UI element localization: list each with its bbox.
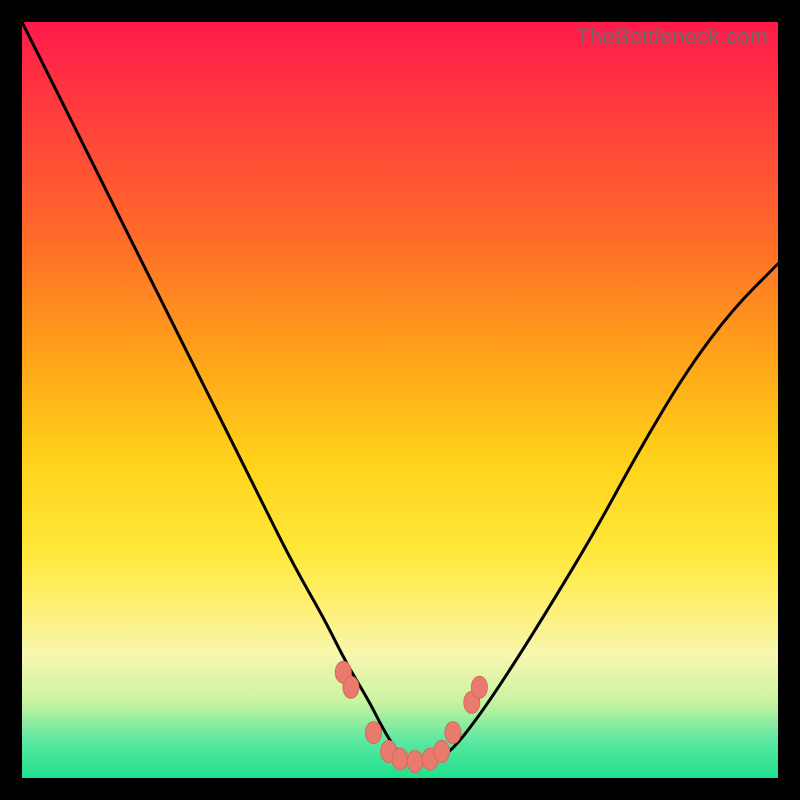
chart-svg <box>22 22 778 778</box>
curve-marker <box>343 676 359 698</box>
curve-markers <box>335 661 487 772</box>
curve-marker <box>366 722 382 744</box>
curve-marker <box>445 722 461 744</box>
curve-marker <box>471 676 487 698</box>
curve-marker <box>434 741 450 763</box>
curve-marker <box>407 750 423 772</box>
curve-marker <box>392 748 408 770</box>
chart-frame: TheBottleneck.com <box>0 0 800 800</box>
bottleneck-curve <box>22 22 778 763</box>
plot-area: TheBottleneck.com <box>22 22 778 778</box>
